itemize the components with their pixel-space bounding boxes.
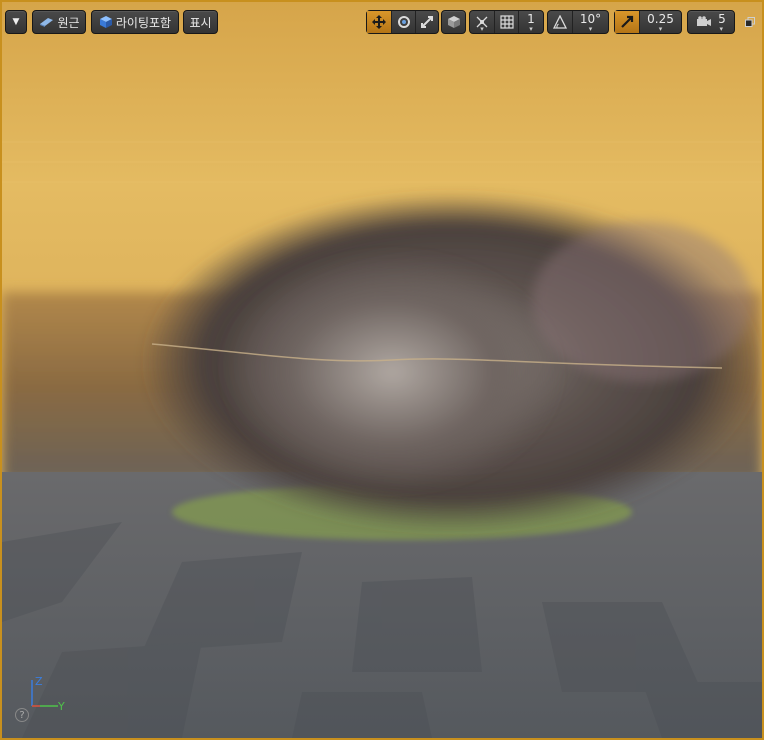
show-button[interactable]: 표시 bbox=[183, 10, 218, 34]
scale-icon bbox=[421, 16, 433, 28]
dropdown-arrow-icon: ▾ bbox=[658, 25, 663, 33]
lit-cube-icon bbox=[99, 16, 112, 28]
world-cube-icon bbox=[447, 16, 460, 28]
axis-gizmo: Z Y bbox=[31, 675, 65, 713]
transform-tools-group bbox=[366, 10, 439, 34]
viewport-scene[interactable] bbox=[2, 2, 762, 738]
dropdown-arrow-icon: ▾ bbox=[529, 25, 533, 33]
viewport-options-button[interactable]: ▼ bbox=[5, 10, 27, 34]
level-viewport[interactable]: ▼ 원근 라이팅포함 표시 ▾ 1 ▾ 10° ▾ 0.25 ▾ 5 ▾ Z Y… bbox=[0, 0, 764, 740]
camera-speed-button[interactable]: 5 ▾ bbox=[687, 10, 735, 34]
maximize-button[interactable] bbox=[741, 10, 758, 34]
translate-tool-button[interactable] bbox=[367, 11, 391, 33]
rotation-snap-toggle[interactable] bbox=[548, 11, 572, 33]
scale-snap-group: 0.25 ▾ bbox=[614, 10, 682, 34]
help-icon[interactable]: ? bbox=[15, 708, 29, 722]
rotation-snap-value[interactable]: 10° ▾ bbox=[572, 11, 608, 33]
perspective-label: 원근 bbox=[57, 15, 80, 30]
dropdown-arrow-icon: ▾ bbox=[719, 25, 723, 33]
show-label: 표시 bbox=[189, 15, 212, 30]
world-local-button[interactable] bbox=[441, 10, 466, 34]
viewport-toolbar: ▼ 원근 라이팅포함 표시 ▾ 1 ▾ 10° ▾ 0.25 ▾ 5 ▾ bbox=[2, 2, 762, 42]
scale-snap-toggle[interactable] bbox=[615, 11, 639, 33]
scale-snap-icon bbox=[621, 15, 634, 28]
rotate-icon bbox=[397, 16, 410, 28]
dropdown-arrow-icon: ▾ bbox=[480, 25, 484, 33]
grid-snap-toggle[interactable] bbox=[494, 11, 518, 33]
grid-snap-group: ▾ 1 ▾ bbox=[469, 10, 544, 34]
move-icon bbox=[372, 15, 386, 29]
scale-tool-button[interactable] bbox=[415, 11, 438, 33]
rotate-tool-button[interactable] bbox=[391, 11, 415, 33]
view-mode-label: 라이팅포함 bbox=[115, 15, 172, 30]
scale-snap-value[interactable]: 0.25 ▾ bbox=[639, 11, 681, 33]
camera-icon bbox=[697, 16, 712, 26]
perspective-icon bbox=[40, 18, 54, 27]
angle-icon bbox=[553, 15, 567, 29]
camera-speed-value: 5 bbox=[718, 12, 726, 26]
maximize-icon bbox=[744, 17, 755, 27]
view-mode-button[interactable]: 라이팅포함 bbox=[91, 10, 179, 34]
perspective-button[interactable]: 원근 bbox=[32, 10, 86, 34]
y-axis-label: Y bbox=[57, 700, 65, 713]
grid-snap-value[interactable]: 1 ▾ bbox=[518, 11, 543, 33]
z-axis-label: Z bbox=[35, 675, 43, 688]
grid-icon bbox=[499, 15, 514, 29]
surface-snap-button[interactable]: ▾ bbox=[470, 11, 494, 33]
dropdown-arrow-icon: ▼ bbox=[12, 17, 20, 27]
dropdown-arrow-icon: ▾ bbox=[588, 25, 593, 33]
rotation-snap-group: 10° ▾ bbox=[547, 10, 609, 34]
